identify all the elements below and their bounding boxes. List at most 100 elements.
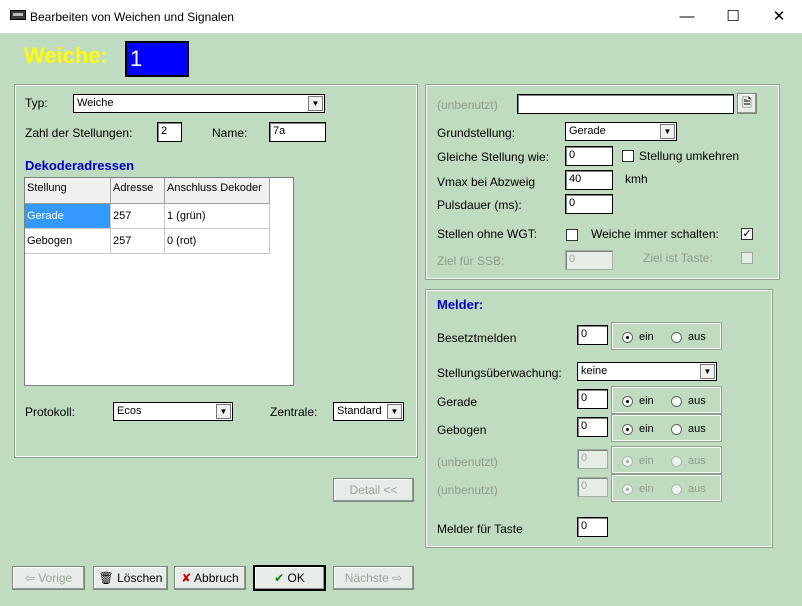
naechste-label: Nächste — [344, 571, 389, 585]
immer-checkbox[interactable]: ✓ — [741, 228, 753, 240]
taste-input[interactable]: 0 — [577, 517, 608, 537]
zentrale-value: Standard — [337, 405, 382, 417]
typ-value: Weiche — [77, 97, 114, 109]
unbenutzt1-input[interactable]: 0 — [577, 449, 608, 469]
table-cell[interactable]: Gerade — [25, 204, 111, 229]
name-label: Name: — [212, 126, 248, 140]
vmax-label: Vmax bei Abzweig — [437, 175, 536, 189]
aus-label: aus — [688, 483, 706, 495]
loeschen-label: Löschen — [117, 571, 163, 585]
chevron-down-icon[interactable]: ▼ — [660, 124, 675, 139]
besetzt-ein-radio[interactable] — [622, 332, 633, 343]
loeschen-button[interactable]: 🗑 Löschen — [93, 566, 168, 590]
immer-label: Weiche immer schalten: — [591, 227, 719, 241]
chevron-down-icon[interactable]: ▼ — [216, 404, 231, 419]
gleiche-input[interactable]: 0 — [565, 146, 613, 166]
window-title: Bearbeiten von Weichen und Signalen — [30, 10, 234, 24]
title-bar: Bearbeiten von Weichen und Signalen — ☐ … — [0, 0, 802, 34]
maximize-button[interactable]: ☐ — [710, 0, 756, 34]
gerade-input[interactable]: 0 — [577, 389, 608, 409]
protokoll-value: Ecos — [117, 405, 142, 417]
ueberw-label: Stellungsüberwachung: — [437, 366, 562, 380]
naechste-button[interactable]: Nächste ⇨ — [333, 566, 414, 590]
document-icon: 🗎 — [742, 96, 752, 110]
detail-button[interactable]: Detail << — [333, 478, 414, 502]
gerade-ein-radio[interactable] — [622, 396, 633, 407]
zahl-input[interactable]: 2 — [157, 122, 182, 142]
ziel-taste-checkbox[interactable] — [741, 252, 753, 264]
dekoder-title: Dekoderadressen — [25, 158, 135, 173]
ok-label: OK — [287, 571, 305, 585]
protokoll-select[interactable]: Ecos ▼ — [113, 402, 233, 421]
unbenutzt2-ein-radio[interactable] — [622, 484, 633, 495]
unbenutzt2-aus-radio[interactable] — [671, 484, 682, 495]
ein-label: ein — [639, 455, 654, 467]
unbenutzt1-ein-radio[interactable] — [622, 456, 633, 467]
ohne-wgt-checkbox[interactable] — [566, 229, 578, 241]
file-browse-button[interactable]: 🗎 — [737, 93, 757, 114]
dekoder-table[interactable]: Stellung Adresse Anschluss Dekoder Gerad… — [24, 177, 294, 386]
gerade-aus-radio[interactable] — [671, 396, 682, 407]
table-cell[interactable]: 0 (rot) — [165, 229, 270, 254]
table-cell[interactable]: 1 (grün) — [165, 204, 270, 229]
aus-label: aus — [688, 455, 706, 467]
gebogen-aus-radio[interactable] — [671, 424, 682, 435]
ok-button[interactable]: ✔ OK — [253, 565, 326, 591]
aus-label: aus — [688, 331, 706, 343]
gebogen-ein-radio[interactable] — [622, 424, 633, 435]
abbruch-button[interactable]: ✘ Abbruch — [174, 566, 246, 590]
ziel-ssb-input[interactable]: 0 — [565, 250, 613, 270]
arrow-right-icon: ⇨ — [392, 571, 403, 585]
umkehren-checkbox[interactable] — [622, 150, 634, 162]
unbenutzt1-label: (unbenutzt) — [437, 455, 498, 469]
besetzt-radio-group: ein aus — [611, 322, 722, 350]
typ-select[interactable]: Weiche ▼ — [73, 94, 325, 113]
ueberw-select[interactable]: keine ▼ — [577, 362, 717, 381]
ein-label: ein — [639, 483, 654, 495]
minimize-button[interactable]: — — [664, 0, 710, 34]
unbenutzt2-input[interactable]: 0 — [577, 477, 608, 497]
melder-title: Melder: — [437, 297, 484, 312]
vorige-button[interactable]: ⇦ Vorige — [12, 566, 85, 590]
chevron-down-icon[interactable]: ▼ — [308, 96, 323, 111]
umkehren-label: Stellung umkehren — [639, 149, 740, 163]
ziel-taste-label: Ziel ist Taste: — [643, 251, 713, 265]
aus-label: aus — [688, 423, 706, 435]
trash-icon: 🗑 — [98, 571, 114, 585]
name-input[interactable]: 7a — [269, 122, 326, 142]
vorige-label: Vorige — [38, 571, 73, 585]
ohne-wgt-label: Stellen ohne WGT: — [437, 227, 538, 241]
unbenutzt1-aus-radio[interactable] — [671, 456, 682, 467]
unbenutzt2-radio-group: ein aus — [611, 474, 722, 502]
table-cell[interactable]: 257 — [111, 229, 165, 254]
ein-label: ein — [639, 423, 654, 435]
close-button[interactable]: ✕ — [756, 0, 802, 34]
gebogen-input[interactable]: 0 — [577, 417, 608, 437]
grund-value: Gerade — [569, 125, 606, 137]
checkmark-icon: ✔ — [274, 571, 285, 585]
besetzt-input[interactable]: 0 — [577, 325, 608, 345]
gleiche-label: Gleiche Stellung wie: — [437, 150, 550, 164]
zahl-label: Zahl der Stellungen: — [25, 126, 133, 140]
unbenutzt-label: (unbenutzt) — [437, 98, 498, 112]
typ-label: Typ: — [25, 96, 48, 110]
zentrale-select[interactable]: Standard ▼ — [333, 402, 404, 421]
chevron-down-icon[interactable]: ▼ — [700, 364, 715, 379]
table-cell[interactable]: Gebogen — [25, 229, 111, 254]
gebogen-label: Gebogen — [437, 423, 487, 437]
besetzt-aus-radio[interactable] — [671, 332, 682, 343]
besetzt-label: Besetztmelden — [437, 331, 517, 345]
ueberw-value: keine — [581, 365, 608, 377]
weiche-number-field[interactable]: 1 — [125, 41, 189, 77]
chevron-down-icon[interactable]: ▼ — [387, 404, 402, 419]
grund-select[interactable]: Gerade ▼ — [565, 122, 677, 141]
table-cell[interactable]: 257 — [111, 204, 165, 229]
app-icon — [10, 10, 26, 20]
puls-input[interactable]: 0 — [565, 194, 613, 214]
vmax-input[interactable]: 40 — [565, 170, 613, 190]
puls-label: Pulsdauer (ms): — [437, 198, 522, 212]
unbenutzt-input[interactable] — [517, 94, 734, 114]
arrow-left-icon: ⇦ — [24, 571, 35, 585]
ziel-ssb-label: Ziel für SSB: — [437, 254, 505, 268]
table-header-anschluss: Anschluss Dekoder — [165, 178, 270, 204]
